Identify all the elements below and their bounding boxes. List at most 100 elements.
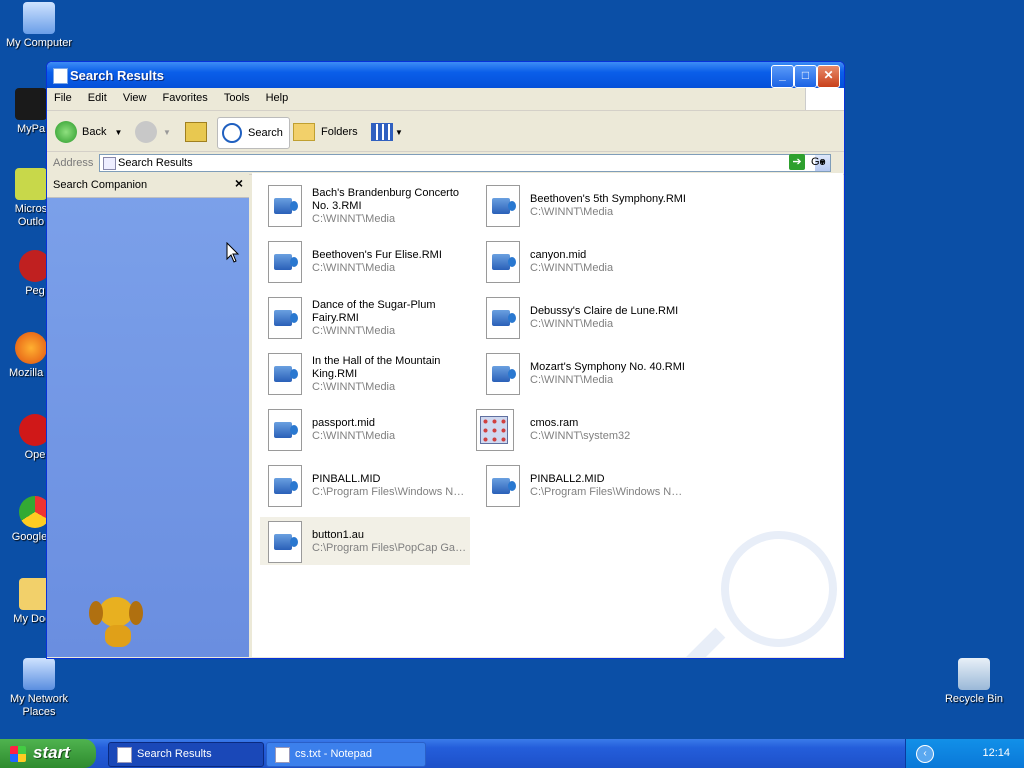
forward-dropdown-icon[interactable]: ▼ <box>163 128 171 137</box>
file-item[interactable]: PINBALL2.MID C:\Program Files\Windows NT\… <box>478 461 688 509</box>
file-item[interactable]: cmos.ram C:\WINNT\system32 <box>476 405 688 453</box>
file-item[interactable]: Debussy's Claire de Lune.RMI C:\WINNT\Med… <box>478 293 688 341</box>
my-computer-icon <box>23 2 55 34</box>
menu-tools[interactable]: Tools <box>217 88 256 104</box>
network-icon <box>23 658 55 690</box>
close-pane-icon[interactable]: × <box>235 175 243 191</box>
minimize-button[interactable]: _ <box>771 65 794 88</box>
file-item[interactable]: Beethoven's 5th Symphony.RMI C:\WINNT\Med… <box>478 181 688 229</box>
maximize-button[interactable]: □ <box>794 65 817 88</box>
close-button[interactable]: ✕ <box>817 65 840 88</box>
windows-logo-icon <box>805 88 844 110</box>
search-button[interactable]: Search <box>217 117 290 149</box>
file-item[interactable]: passport.mid C:\WINNT\Media <box>260 405 470 453</box>
task-search-results[interactable]: Search Results <box>108 742 264 767</box>
media-file-icon <box>268 409 302 451</box>
folders-icon <box>293 123 315 141</box>
search-results-list: Bach's Brandenburg Concerto No. 3.RMI C:\… <box>252 173 843 657</box>
file-name: In the Hall of the Mountain King.RMI <box>312 355 441 380</box>
recycle-bin-icon <box>958 658 990 690</box>
file-item[interactable]: PINBALL.MID C:\Program Files\Windows NT\.… <box>260 461 470 509</box>
firefox-icon <box>15 332 47 364</box>
folders-label: Folders <box>321 126 358 138</box>
menu-edit[interactable]: Edit <box>81 88 113 104</box>
windows-flag-icon <box>10 746 26 762</box>
desktop-icon-label: My Computer <box>5 37 73 49</box>
file-path: C:\Program Files\PopCap Gam... <box>312 542 470 554</box>
desktop-icon-label: Recycle Bin <box>944 693 1004 705</box>
file-item[interactable]: In the Hall of the Mountain King.RMI C:\W… <box>260 349 470 397</box>
up-folder-icon <box>185 122 207 142</box>
search-results-icon <box>103 157 116 170</box>
file-path: C:\WINNT\Media <box>530 318 614 330</box>
go-arrow-icon: ➔ <box>789 154 805 170</box>
views-icon <box>371 123 393 141</box>
back-label: Back <box>82 126 107 138</box>
file-path: C:\WINNT\Media <box>312 262 396 274</box>
search-companion-title: Search Companion <box>53 179 148 191</box>
search-companion-pane: Search Companion × <box>47 173 249 657</box>
media-file-icon <box>486 465 520 507</box>
go-button[interactable]: ➔ Go <box>789 154 826 170</box>
menu-help[interactable]: Help <box>259 88 295 104</box>
window-icon <box>53 68 68 84</box>
media-file-icon <box>268 465 302 507</box>
file-item[interactable]: Beethoven's Fur Elise.RMI C:\WINNT\Media <box>260 237 470 285</box>
views-button[interactable]: ▼ <box>371 118 403 146</box>
file-item[interactable]: button1.au C:\Program Files\PopCap Gam... <box>260 517 470 565</box>
media-file-icon <box>268 521 302 563</box>
clock[interactable]: 12:14 <box>982 747 1010 759</box>
search-dog-icon[interactable] <box>87 591 149 651</box>
file-name: Debussy's Claire de Lune.RMI <box>530 305 679 317</box>
media-file-icon <box>486 353 520 395</box>
file-path: C:\WINNT\Media <box>312 325 396 337</box>
folders-button[interactable]: Folders <box>293 118 358 146</box>
menu-view[interactable]: View <box>116 88 153 104</box>
outlook-icon <box>15 168 47 200</box>
file-path: C:\WINNT\Media <box>530 374 614 386</box>
file-item[interactable]: Mozart's Symphony No. 40.RMI C:\WINNT\Med… <box>478 349 688 397</box>
window-title: Search Results <box>70 68 164 83</box>
file-name: canyon.mid <box>530 249 587 261</box>
back-arrow-icon <box>55 121 77 143</box>
desktop-icon-my-computer[interactable]: My Computer <box>0 2 78 50</box>
file-path: C:\WINNT\Media <box>312 430 396 442</box>
file-name: Dance of the Sugar-Plum Fairy.RMI <box>312 299 436 324</box>
title-bar[interactable]: Search Results _ □ ✕ <box>47 62 844 88</box>
desktop-icon-recycle-bin[interactable]: Recycle Bin <box>935 658 1013 706</box>
address-input[interactable]: Search Results ▼ <box>99 154 831 172</box>
media-file-icon <box>268 185 302 227</box>
back-dropdown-icon[interactable]: ▼ <box>114 128 122 137</box>
back-button[interactable]: Back ▼ <box>55 118 122 146</box>
notepad-icon <box>275 747 290 763</box>
file-path: C:\Program Files\Windows NT\... <box>312 486 470 498</box>
address-value: Search Results <box>118 157 193 169</box>
file-path: C:\Program Files\Windows NT\... <box>530 486 688 498</box>
media-file-icon <box>268 353 302 395</box>
address-label: Address <box>53 157 94 169</box>
search-icon <box>222 123 242 143</box>
file-item[interactable]: Bach's Brandenburg Concerto No. 3.RMI C:\… <box>260 181 470 229</box>
search-companion-header: Search Companion × <box>47 173 249 198</box>
system-tray: ‹ 12:14 <box>905 739 1024 768</box>
file-name: cmos.ram <box>530 417 579 429</box>
menu-favorites[interactable]: Favorites <box>156 88 214 104</box>
views-dropdown-icon: ▼ <box>395 127 403 137</box>
up-folder-button[interactable] <box>185 118 207 146</box>
file-path: C:\WINNT\Media <box>312 381 396 393</box>
menu-file[interactable]: File <box>47 88 78 104</box>
file-item[interactable]: Dance of the Sugar-Plum Fairy.RMI C:\WINN… <box>260 293 470 341</box>
start-label: start <box>33 743 70 762</box>
file-name: Mozart's Symphony No. 40.RMI <box>530 361 685 373</box>
media-file-icon <box>486 185 520 227</box>
address-bar: Address Search Results ▼ ➔ Go <box>47 152 844 175</box>
show-hidden-icons-icon[interactable]: ‹ <box>916 745 934 763</box>
media-file-icon <box>486 297 520 339</box>
file-item[interactable]: canyon.mid C:\WINNT\Media <box>478 237 688 285</box>
task-notepad[interactable]: cs.txt - Notepad <box>266 742 426 767</box>
search-label: Search <box>248 127 283 139</box>
forward-button[interactable]: ▼ <box>135 118 171 146</box>
desktop-icon-network[interactable]: My Network Places <box>0 658 78 719</box>
mypaint-icon <box>15 88 47 120</box>
start-button[interactable]: start <box>0 739 96 768</box>
